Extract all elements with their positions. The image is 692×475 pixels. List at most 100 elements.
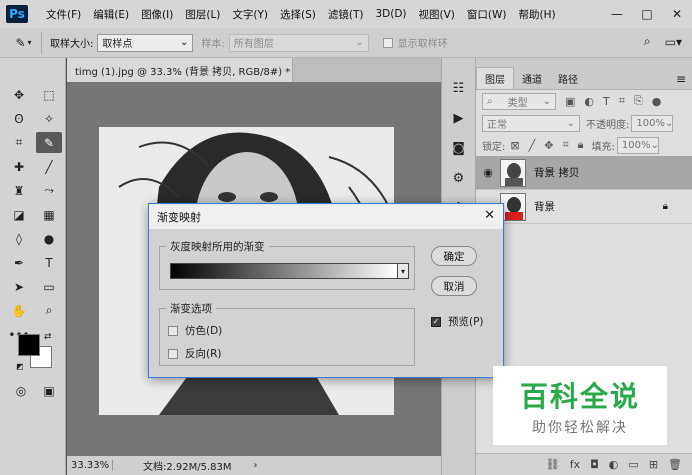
foreground-color-swatch[interactable] bbox=[18, 334, 40, 356]
menu-3d[interactable]: 3D(D) bbox=[369, 8, 412, 20]
magic-wand-icon[interactable]: ✧ bbox=[36, 108, 62, 129]
filter-pixel-icon[interactable]: ▣ bbox=[565, 95, 575, 108]
layer-row-background[interactable]: 背景 🔒︎ bbox=[476, 190, 692, 224]
minimize-button[interactable]: — bbox=[602, 0, 632, 28]
menu-edit[interactable]: 编辑(E) bbox=[87, 7, 135, 22]
tab-channels[interactable]: 通道 bbox=[514, 68, 550, 89]
blur-tool-icon[interactable]: ◊ bbox=[6, 228, 32, 249]
menu-image[interactable]: 图像(I) bbox=[135, 7, 179, 22]
adjustment-layer-icon[interactable]: ◐ bbox=[609, 458, 619, 471]
sample-size-select[interactable]: 取样点 ⌄ bbox=[97, 33, 194, 52]
link-layers-icon[interactable]: ⛓ bbox=[546, 458, 560, 471]
gradient-dropdown-button[interactable]: ▾ bbox=[398, 263, 409, 279]
hand-tool-icon[interactable]: ✋ bbox=[6, 300, 32, 321]
ok-button[interactable]: 确定 bbox=[431, 246, 477, 266]
maximize-button[interactable]: □ bbox=[632, 0, 662, 28]
sample-label: 样本: bbox=[201, 39, 225, 50]
dodge-tool-icon[interactable]: ● bbox=[36, 228, 62, 249]
opacity-input[interactable]: 100% ⌄ bbox=[631, 114, 674, 132]
menu-layer[interactable]: 图层(L) bbox=[179, 7, 226, 22]
lock-transparent-icon[interactable]: ⊠ bbox=[510, 139, 519, 152]
eyedropper-tool-icon[interactable]: ✎ bbox=[36, 132, 62, 153]
filter-type-icon[interactable]: T bbox=[603, 95, 610, 108]
path-select-icon[interactable]: ➤ bbox=[6, 276, 32, 297]
layers-panel-footer: ⛓ fx ◘ ◐ ▭ ⊞ 🗑︎ bbox=[476, 453, 692, 475]
lasso-tool-icon[interactable]: ʘ bbox=[6, 108, 32, 129]
lock-position-icon[interactable]: ✥ bbox=[544, 139, 553, 152]
tab-paths[interactable]: 路径 bbox=[550, 68, 586, 89]
chevron-down-icon: ▾ bbox=[400, 266, 405, 276]
dither-checkbox[interactable]: 仿色(D) bbox=[168, 323, 222, 338]
crop-tool-icon[interactable]: ⌗ bbox=[6, 132, 32, 153]
trash-icon[interactable]: 🗑︎ bbox=[668, 458, 682, 471]
checkbox-box bbox=[168, 348, 178, 359]
shape-tool-icon[interactable]: ▭ bbox=[36, 276, 62, 297]
close-window-button[interactable]: ✕ bbox=[662, 0, 692, 28]
gradient-preview[interactable] bbox=[170, 263, 398, 279]
filter-adjust-icon[interactable]: ◐ bbox=[584, 95, 594, 108]
menu-view[interactable]: 视图(V) bbox=[413, 7, 461, 22]
document-tab[interactable]: timg (1).jpg @ 33.3% (背景 拷贝, RGB/8#) * × bbox=[67, 58, 293, 82]
properties-panel-icon[interactable]: ⚙ bbox=[444, 166, 474, 190]
actions-panel-icon[interactable]: ▶ bbox=[444, 106, 474, 130]
group-folder-icon[interactable]: ▭ bbox=[628, 458, 638, 471]
fill-input[interactable]: 100% ⌄ bbox=[616, 136, 659, 154]
pen-tool-icon[interactable]: ✒ bbox=[6, 252, 32, 273]
marquee-tool-icon[interactable]: ⬚ bbox=[36, 84, 62, 105]
status-menu-arrow[interactable]: › bbox=[254, 460, 258, 471]
adjustments-panel-icon[interactable]: ◙ bbox=[444, 136, 474, 160]
filter-shape-icon[interactable]: ⌗ bbox=[619, 94, 625, 108]
eraser-tool-icon[interactable]: ◪ bbox=[6, 204, 32, 225]
menu-filter[interactable]: 滤镜(T) bbox=[322, 7, 370, 22]
menu-window[interactable]: 窗口(W) bbox=[461, 7, 513, 22]
show-sampling-ring-checkbox[interactable]: 显示取样环 bbox=[382, 35, 448, 50]
panel-menu-icon[interactable]: ≡ bbox=[676, 72, 686, 86]
gradient-tool-icon[interactable]: ▦ bbox=[36, 204, 62, 225]
lock-pixels-icon[interactable]: ╱ bbox=[529, 139, 536, 152]
lock-all-icon[interactable]: 🔒︎ bbox=[578, 138, 584, 152]
tab-layers[interactable]: 图层 bbox=[476, 67, 514, 89]
history-panel-icon[interactable]: ☷ bbox=[444, 76, 474, 100]
options-right: ⌕ ▭▾ bbox=[644, 34, 682, 49]
quick-mask-icon[interactable]: ◎ bbox=[8, 380, 34, 401]
swap-colors-icon[interactable]: ⇄ bbox=[44, 332, 52, 342]
new-layer-icon[interactable]: ⊞ bbox=[649, 458, 658, 471]
cancel-button[interactable]: 取消 bbox=[431, 276, 477, 296]
search-icon[interactable]: ⌕ bbox=[644, 34, 651, 49]
filter-smart-icon[interactable]: ⎘ bbox=[634, 94, 643, 108]
tool-preset-picker[interactable]: ✎ ▾ bbox=[6, 31, 42, 54]
default-colors-icon[interactable]: ◩ bbox=[16, 362, 24, 371]
move-tool-icon[interactable]: ✥ bbox=[6, 84, 32, 105]
filter-kind-select[interactable]: ⌕ 类型 ⌄ bbox=[482, 92, 556, 110]
history-brush-icon[interactable]: ⤳ bbox=[36, 180, 62, 201]
eye-icon[interactable]: ◉ bbox=[476, 166, 500, 179]
menu-select[interactable]: 选择(S) bbox=[274, 7, 322, 22]
fx-icon[interactable]: fx bbox=[570, 458, 580, 471]
sample-select[interactable]: 所有图层 ⌄ bbox=[228, 33, 369, 52]
lock-artboard-icon[interactable]: ⌗ bbox=[562, 138, 568, 152]
filter-kind-value: 类型 bbox=[507, 97, 528, 109]
blend-mode-value: 正常 bbox=[487, 119, 507, 131]
stamp-tool-icon[interactable]: ♜ bbox=[6, 180, 32, 201]
fill-label: 填充: bbox=[591, 141, 615, 153]
gradient-map-dialog: 渐变映射 ✕ 灰度映射所用的渐变 ▾ 渐变选项 仿色(D) 反向(R) 确定 取… bbox=[148, 203, 504, 378]
zoom-tool-icon[interactable]: ⌕ bbox=[36, 300, 62, 321]
healing-brush-icon[interactable]: ✚ bbox=[6, 156, 32, 177]
type-tool-icon[interactable]: T bbox=[36, 252, 62, 273]
brush-tool-icon[interactable]: ╱ bbox=[36, 156, 62, 177]
workspace-icon[interactable]: ▭▾ bbox=[665, 35, 682, 49]
dialog-close-icon[interactable]: ✕ bbox=[484, 208, 495, 223]
zoom-level[interactable]: 33.33% bbox=[67, 460, 113, 471]
preview-checkbox[interactable]: ✓ 预览(P) bbox=[431, 314, 484, 329]
blend-mode-select[interactable]: 正常 ⌄ bbox=[482, 114, 580, 132]
screen-mode-icon[interactable]: ▣ bbox=[36, 380, 62, 401]
reverse-checkbox[interactable]: 反向(R) bbox=[168, 346, 222, 361]
menu-file[interactable]: 文件(F) bbox=[40, 7, 87, 22]
menu-type[interactable]: 文字(Y) bbox=[226, 7, 274, 22]
blend-row: 正常 ⌄ 不透明度: 100% ⌄ bbox=[476, 112, 692, 134]
menu-help[interactable]: 帮助(H) bbox=[513, 7, 562, 22]
panel-tabs: 图层 通道 路径 ≡ bbox=[476, 67, 692, 90]
layer-row-background-copy[interactable]: ◉ 背景 拷贝 bbox=[476, 156, 692, 190]
filter-toggle-icon[interactable]: ● bbox=[652, 95, 662, 108]
add-mask-icon[interactable]: ◘ bbox=[590, 458, 599, 471]
